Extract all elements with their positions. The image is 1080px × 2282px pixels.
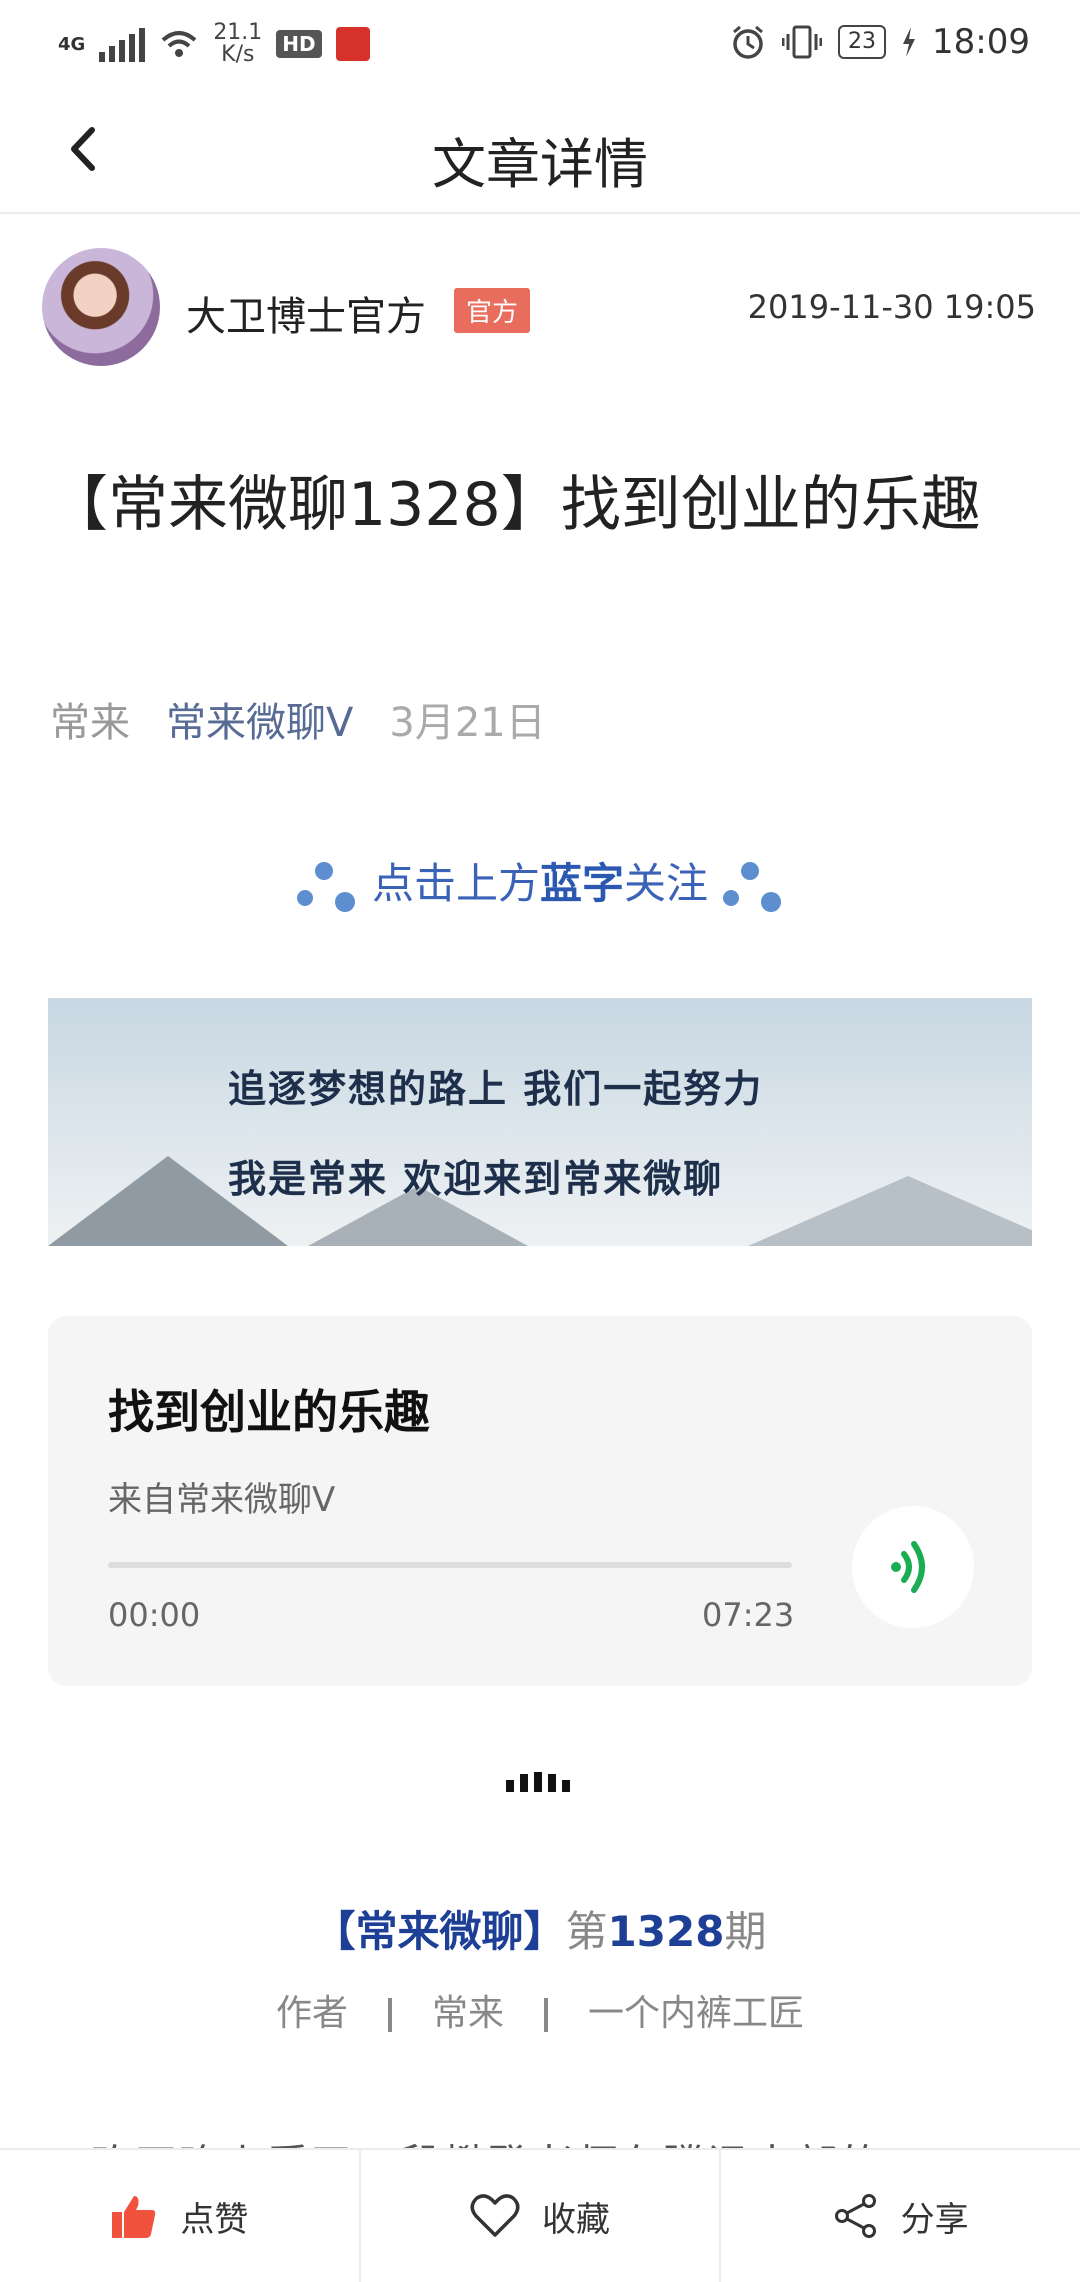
divider — [544, 1998, 548, 2032]
audio-play-button[interactable] — [852, 1506, 974, 1628]
collect-button[interactable]: 收藏 — [358, 2150, 720, 2282]
audio-player-card[interactable]: 找到创业的乐趣 来自常来微聊V 00:00 07:23 — [48, 1316, 1032, 1686]
audio-duration: 07:23 — [702, 1596, 795, 1634]
follow-prompt: 点击上方蓝字关注 — [0, 850, 1080, 912]
hd-badge: HD — [276, 30, 322, 58]
follow-bold: 蓝字 — [539, 859, 624, 908]
charging-icon — [903, 27, 916, 57]
issue-bracket: 【常来微聊】 — [313, 1907, 566, 1956]
avatar[interactable] — [42, 248, 160, 366]
wifi-icon — [161, 31, 197, 57]
app-notification-icon — [335, 27, 370, 61]
share-icon — [834, 2194, 876, 2238]
status-bar: 4G 21.1 K/s HD 23 18:09 — [0, 0, 1080, 90]
share-button[interactable]: 分享 — [719, 2150, 1080, 2282]
loading-indicator-icon — [506, 1772, 570, 1792]
signal-icon — [99, 26, 146, 62]
molecule-icon — [721, 861, 785, 912]
nav-bar: 文章详情 — [0, 90, 1080, 214]
post-datetime: 2019-11-30 19:05 — [747, 288, 1036, 326]
bottom-action-bar: 点赞 收藏 分享 — [0, 2148, 1080, 2282]
banner-line-2: 我是常来 欢迎来到常来微聊 — [228, 1157, 724, 1201]
byline: 作者 常来 一个内裤工匠 — [0, 1984, 1080, 2036]
sound-wave-icon — [891, 1541, 925, 1593]
issue-suffix: 期 — [724, 1907, 767, 1956]
issue-prefix: 第 — [565, 1907, 608, 1956]
audio-current-time: 00:00 — [108, 1596, 201, 1634]
byline-role: 一个内裤工匠 — [588, 1993, 805, 2034]
issue-line: 【常来微聊】第1328期 — [0, 1898, 1080, 1959]
page-title: 文章详情 — [432, 133, 648, 196]
clock: 18:09 — [932, 22, 1030, 62]
banner-image: 追逐梦想的路上 我们一起努力 我是常来 欢迎来到常来微聊 — [48, 998, 1032, 1246]
meta-account-link[interactable]: 常来微聊V — [166, 690, 353, 748]
speed-unit: K/s — [221, 42, 255, 67]
vibrate-icon — [782, 25, 823, 59]
article-meta: 常来 常来微聊V 3月21日 — [50, 690, 546, 748]
meta-author: 常来 — [50, 700, 130, 746]
speed-value: 21.1 — [213, 20, 263, 45]
article-title: 【常来微聊1328】找到创业的乐趣 — [48, 470, 981, 540]
network-speed: 21.1 K/s — [213, 22, 262, 66]
status-right: 23 18:09 — [730, 22, 1030, 62]
molecule-icon — [295, 861, 359, 912]
divider — [387, 1998, 392, 2032]
banner-line-1: 追逐梦想的路上 我们一起努力 — [228, 1067, 764, 1111]
audio-progress-bar[interactable] — [108, 1562, 792, 1568]
byline-name: 常来 — [431, 1993, 504, 2034]
alarm-icon — [733, 25, 763, 59]
follow-prefix: 点击上方 — [371, 859, 540, 908]
heart-icon — [470, 2194, 520, 2237]
like-button[interactable]: 点赞 — [0, 2150, 359, 2282]
collect-label: 收藏 — [542, 2199, 610, 2240]
like-label: 点赞 — [180, 2199, 249, 2240]
battery-icon: 23 — [838, 25, 887, 59]
issue-number: 1328 — [607, 1907, 725, 1956]
byline-label: 作者 — [275, 1993, 348, 2034]
meta-date: 3月21日 — [389, 700, 546, 746]
audio-source: 来自常来微聊V — [108, 1480, 336, 1520]
mountain-shape — [748, 1176, 1032, 1246]
status-left: 4G 21.1 K/s HD — [58, 22, 370, 66]
network-label: 4G — [58, 33, 86, 55]
share-label: 分享 — [900, 2199, 969, 2240]
thumbs-up-icon — [112, 2196, 156, 2238]
audio-title: 找到创业的乐趣 — [108, 1385, 430, 1439]
official-badge: 官方 — [454, 288, 531, 333]
author-name[interactable]: 大卫博士官方 — [186, 284, 426, 342]
follow-suffix: 关注 — [624, 859, 709, 908]
